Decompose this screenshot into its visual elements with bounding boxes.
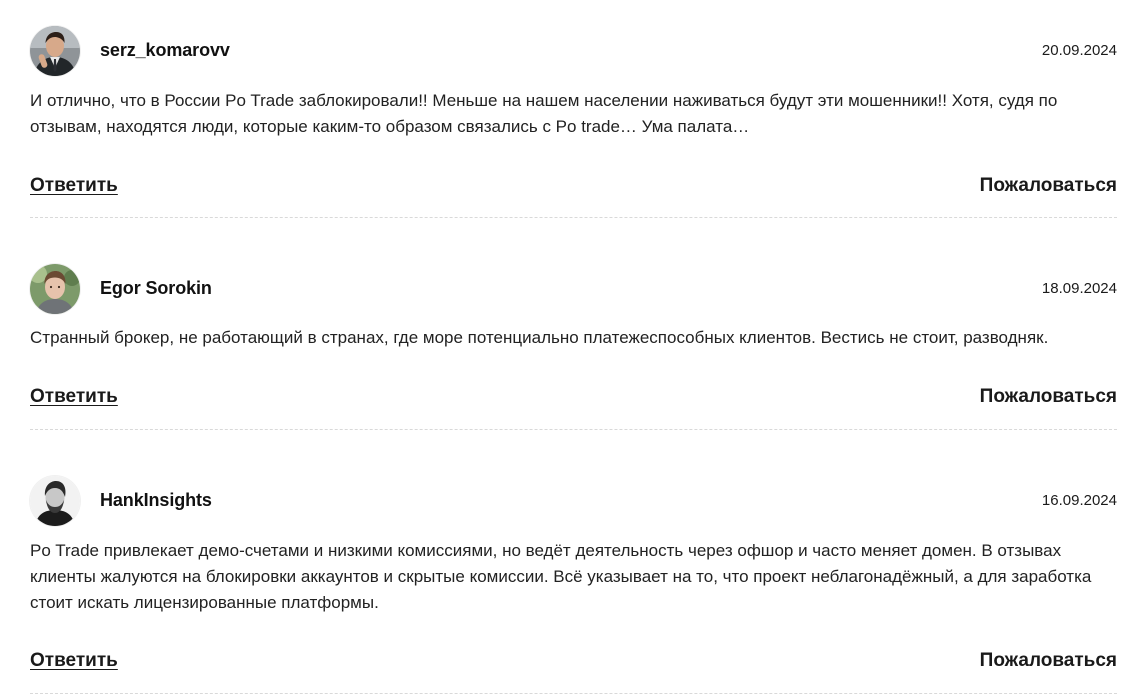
report-link[interactable]: Пожаловаться <box>980 650 1117 672</box>
comments-list: serz_komarovv 20.09.2024 И отлично, что … <box>0 0 1145 697</box>
avatar[interactable] <box>30 264 80 314</box>
comment-date: 16.09.2024 <box>1041 492 1117 509</box>
young-man-avatar-icon <box>30 264 80 314</box>
avatar[interactable] <box>30 26 80 76</box>
avatar[interactable] <box>30 476 80 526</box>
bw-bearded-man-avatar-icon <box>30 476 80 526</box>
comment-divider <box>30 429 1117 430</box>
comment-divider <box>30 217 1117 218</box>
comment-text: Странный брокер, не работающий в странах… <box>30 328 1049 347</box>
report-link[interactable]: Пожаловаться <box>980 175 1117 197</box>
report-link[interactable]: Пожаловаться <box>980 386 1117 408</box>
man-in-suit-avatar-icon <box>30 26 80 76</box>
comment-author: serz_komarovv <box>100 40 230 60</box>
comment-date: 20.09.2024 <box>1041 42 1117 59</box>
comment-text: Po Trade привлекает демо-счетами и низки… <box>30 541 1092 612</box>
comment-text: И отлично, что в России Po Trade заблоки… <box>30 91 1058 136</box>
reply-link[interactable]: Ответить <box>30 386 118 408</box>
reply-link[interactable]: Ответить <box>30 650 118 672</box>
comment-author: HankInsights <box>100 490 212 510</box>
comment-date: 18.09.2024 <box>1041 280 1117 297</box>
reply-link[interactable]: Ответить <box>30 175 118 197</box>
comment-divider <box>30 693 1117 694</box>
comment-author: Egor Sorokin <box>100 278 212 298</box>
